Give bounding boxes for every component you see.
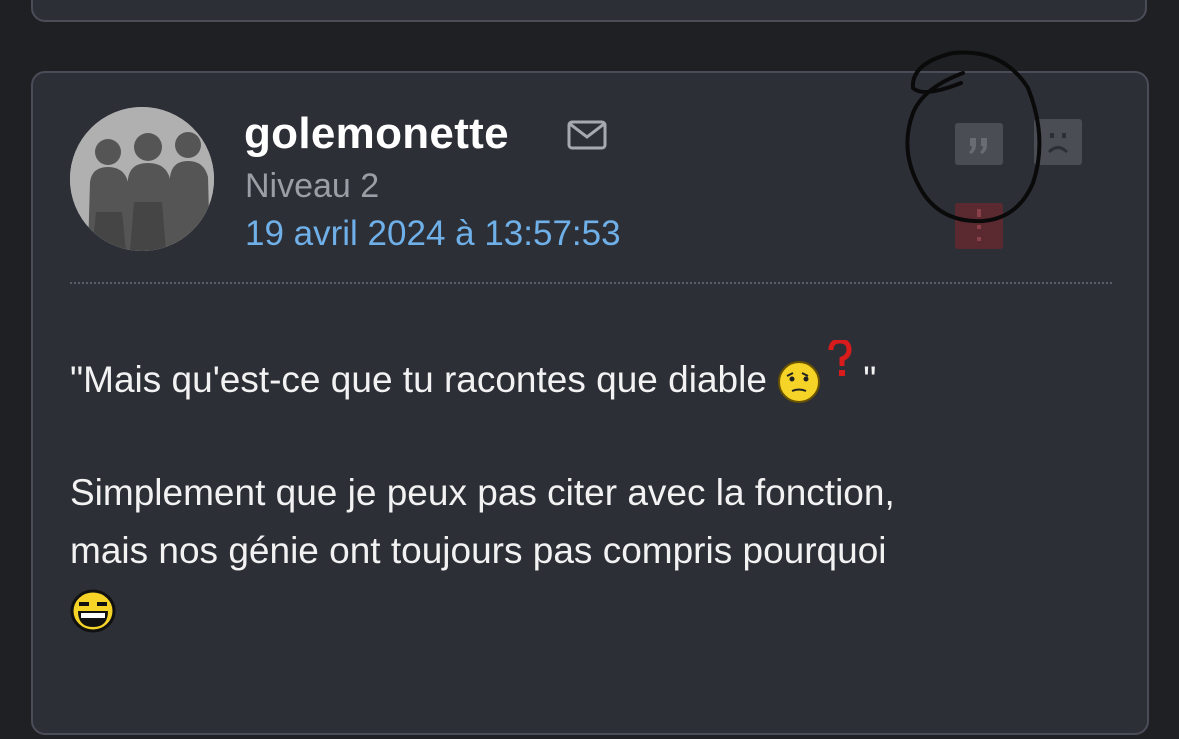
forum-post: golemonette Niveau 2 19 avril 2024 à 13:… xyxy=(31,50,1149,735)
mail-icon[interactable] xyxy=(567,120,607,150)
quote-button[interactable] xyxy=(955,123,1003,165)
previous-post-card xyxy=(31,0,1147,22)
paragraph2-line2: mais nos génie ont toujours pas compris … xyxy=(70,530,887,571)
post-date[interactable]: 19 avril 2024 à 13:57:53 xyxy=(245,214,621,254)
avatar[interactable] xyxy=(70,107,214,251)
paragraph1-close-quote: " xyxy=(863,359,877,400)
sad-face-icon xyxy=(1047,133,1069,154)
paragraph2-line1: Simplement que je peux pas citer avec la… xyxy=(70,472,895,513)
thinking-question-emoji xyxy=(778,340,852,404)
username[interactable]: golemonette xyxy=(244,109,509,159)
post-paragraph-1: "Mais qu'est-ce que tu racontes que diab… xyxy=(70,340,877,409)
more-vertical-icon xyxy=(977,209,981,241)
post-divider xyxy=(70,282,1112,284)
report-sad-button[interactable] xyxy=(1034,119,1082,165)
paragraph1-text: "Mais qu'est-ce que tu racontes que diab… xyxy=(70,359,767,400)
laughing-emoji xyxy=(70,589,116,633)
more-options-button[interactable] xyxy=(955,203,1003,249)
user-level: Niveau 2 xyxy=(245,167,380,205)
post-paragraph-2: Simplement que je peux pas citer avec la… xyxy=(70,464,895,638)
quote-icon xyxy=(969,138,987,154)
